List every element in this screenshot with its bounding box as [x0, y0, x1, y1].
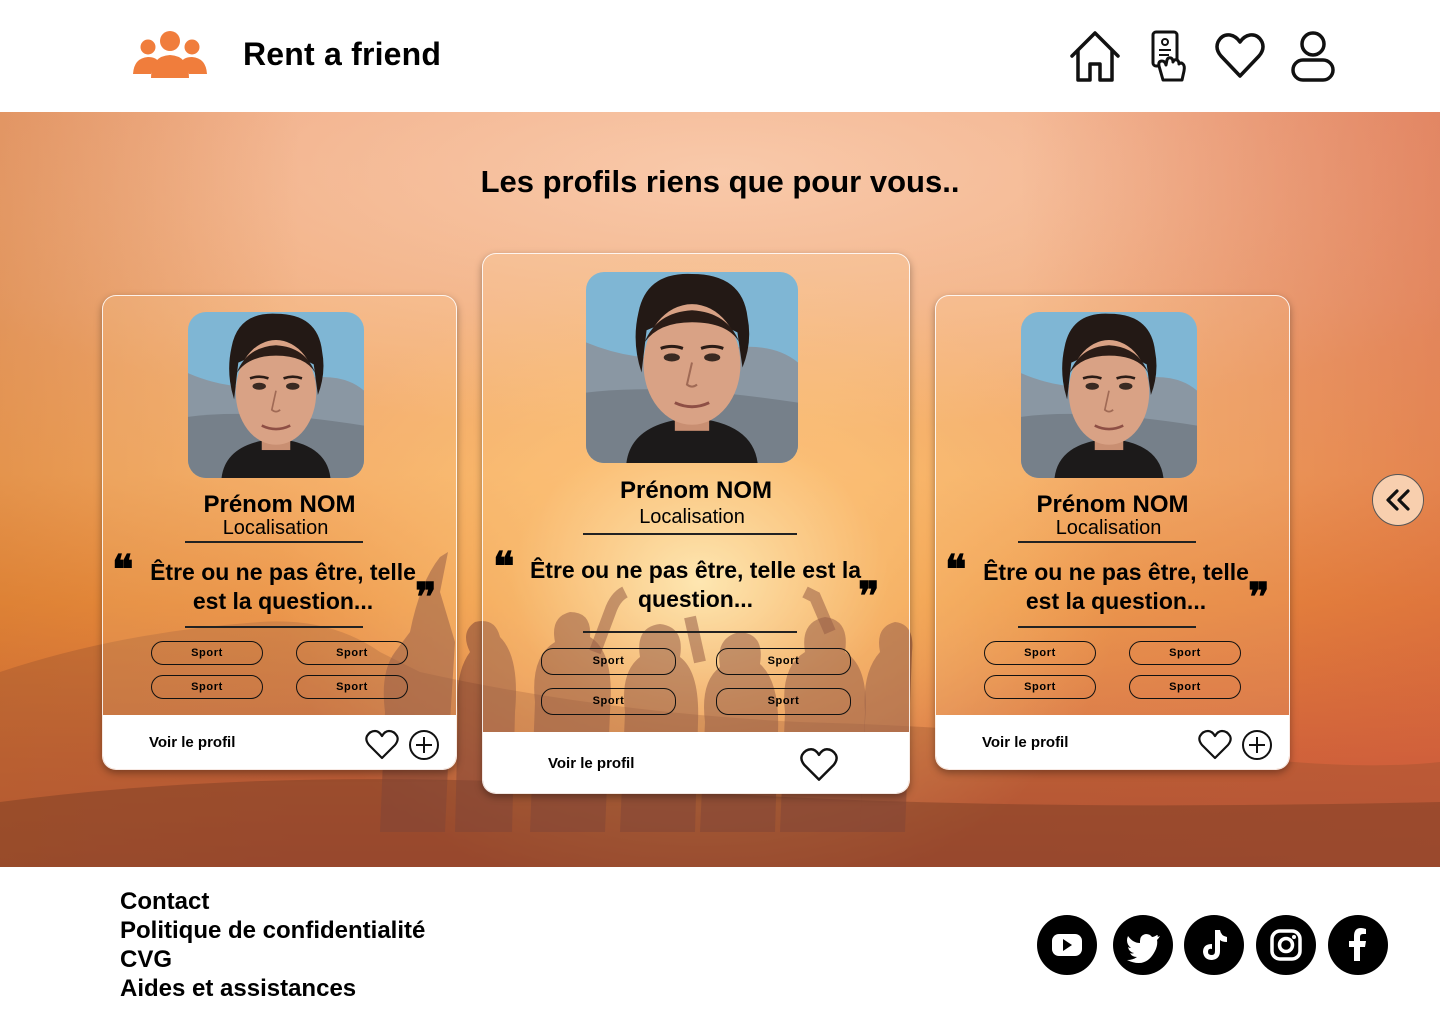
close-quote-icon: ❞ [1248, 574, 1270, 621]
group-logo-icon[interactable] [133, 30, 207, 80]
card-footer: Voir le profil [483, 732, 909, 793]
view-profile-link[interactable]: Voir le profil [149, 734, 235, 751]
close-quote-icon: ❞ [858, 573, 880, 620]
facebook-icon[interactable] [1328, 915, 1388, 975]
divider [583, 533, 797, 535]
interest-tag[interactable]: Sport [296, 675, 408, 699]
heart-icon[interactable] [799, 747, 839, 783]
interest-tag[interactable]: Sport [1129, 675, 1241, 699]
profile-name: Prénom NOM [203, 491, 356, 518]
plus-circle-icon[interactable] [1241, 729, 1273, 761]
footer-link-help[interactable]: Aides et assistances [120, 974, 425, 1003]
profile-card: Prénom NOM Localisation ❝ Être ou ne pas… [102, 295, 457, 770]
profile-card-featured: Prénom NOM Localisation ❝ Être ou ne pas… [482, 253, 910, 794]
interest-tag[interactable]: Sport [716, 648, 851, 675]
header: Rent a friend [0, 0, 1440, 112]
divider [583, 631, 797, 633]
profile-quote: Être ou ne pas être, telle est la questio… [983, 559, 1249, 614]
footer-link-privacy[interactable]: Politique de confidentialité [120, 916, 425, 945]
brand-title[interactable]: Rent a friend [243, 36, 441, 73]
home-icon[interactable] [1068, 28, 1122, 84]
footer: Contact Politique de confidentialité CVG… [0, 867, 1440, 1024]
divider [185, 626, 363, 628]
interest-tag[interactable]: Sport [984, 675, 1096, 699]
profile-quote: Être ou ne pas être, telle est la questio… [150, 559, 416, 614]
profile-name: Prénom NOM [619, 477, 772, 504]
carousel-prev-button[interactable] [1372, 474, 1424, 526]
twitter-icon[interactable] [1113, 915, 1173, 975]
interest-tag[interactable]: Sport [151, 675, 263, 699]
profile-quote: Être ou ne pas être, telle est la questio… [529, 557, 862, 612]
view-profile-link[interactable]: Voir le profil [548, 755, 634, 772]
interest-tag[interactable]: Sport [541, 648, 676, 675]
interest-tag[interactable]: Sport [716, 688, 851, 715]
footer-link-cvg[interactable]: CVG [120, 945, 425, 974]
double-chevron-left-icon [1386, 489, 1410, 511]
profile-location: Localisation [222, 517, 329, 539]
profile-photo[interactable] [188, 312, 364, 478]
footer-link-contact[interactable]: Contact [120, 887, 425, 916]
interest-tag[interactable]: Sport [296, 641, 408, 665]
user-icon[interactable] [1286, 28, 1340, 84]
hero-title: Les profils riens que pour vous.. [480, 164, 960, 199]
tiktok-icon[interactable] [1184, 915, 1244, 975]
view-profile-link[interactable]: Voir le profil [982, 734, 1068, 751]
plus-circle-icon[interactable] [408, 729, 440, 761]
phone-tap-icon[interactable] [1142, 28, 1196, 84]
interest-tag[interactable]: Sport [151, 641, 263, 665]
profile-location: Localisation [1055, 517, 1162, 539]
card-footer: Voir le profil [103, 715, 456, 769]
hero-section: Les profils riens que pour vous.. Prénom… [0, 112, 1440, 867]
profile-photo[interactable] [586, 272, 798, 463]
profile-photo[interactable] [1021, 312, 1197, 478]
heart-icon[interactable] [365, 729, 399, 761]
divider [1018, 626, 1196, 628]
card-footer: Voir le profil [936, 715, 1289, 769]
footer-links: Contact Politique de confidentialité CVG… [120, 887, 425, 1003]
interest-tag[interactable]: Sport [1129, 641, 1241, 665]
heart-icon[interactable] [1213, 28, 1267, 84]
divider [1018, 541, 1196, 543]
profile-name: Prénom NOM [1036, 491, 1189, 518]
interest-tag[interactable]: Sport [541, 688, 676, 715]
profile-location: Localisation [639, 506, 745, 528]
divider [185, 541, 363, 543]
interest-tag[interactable]: Sport [984, 641, 1096, 665]
profile-card: Prénom NOM Localisation ❝ Être ou ne pas… [935, 295, 1290, 770]
youtube-icon[interactable] [1037, 915, 1097, 975]
heart-icon[interactable] [1198, 729, 1232, 761]
instagram-icon[interactable] [1256, 915, 1316, 975]
close-quote-icon: ❞ [415, 574, 437, 621]
